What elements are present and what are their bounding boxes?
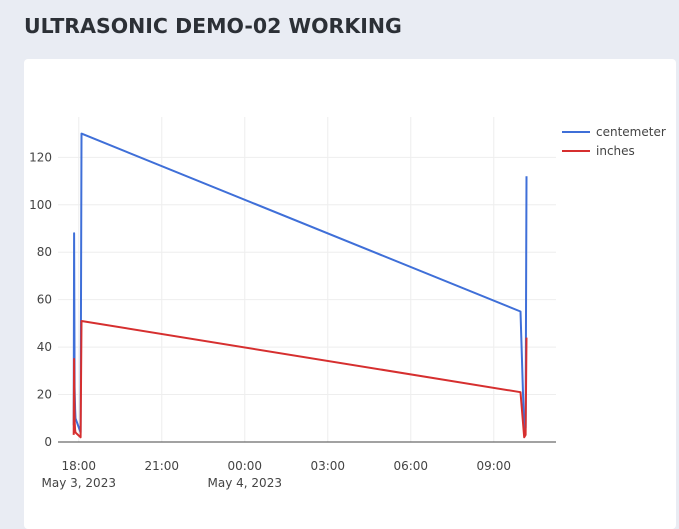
x-tick-label: 09:00 — [476, 459, 511, 473]
y-tick-label: 20 — [37, 388, 52, 402]
grid-lines — [58, 117, 556, 442]
y-tick-label: 40 — [37, 340, 52, 354]
x-tick-label: 06:00 — [393, 459, 428, 473]
x-tick-date-label: May 4, 2023 — [208, 476, 282, 490]
series-line-inches[interactable] — [72, 320, 528, 439]
y-tick-label: 0 — [44, 435, 52, 449]
legend[interactable]: centemeter inches — [562, 125, 666, 158]
legend-label: centemeter — [596, 125, 666, 139]
legend-item-inches[interactable]: inches — [562, 144, 635, 158]
y-axis-tick-labels: 0 20 40 60 80 100 120 — [29, 150, 52, 449]
y-tick-label: 100 — [29, 198, 52, 212]
y-tick-label: 120 — [29, 150, 52, 164]
line-chart[interactable]: 0 20 40 60 80 100 120 18:00 May 3, 2023 21:00 00:… — [24, 59, 676, 513]
x-tick-label: 18:00 — [61, 459, 96, 473]
chart-card: 0 20 40 60 80 100 120 18:00 May 3, 2023 21:00 00:… — [24, 59, 676, 529]
x-tick-label: 03:00 — [310, 459, 345, 473]
legend-label: inches — [596, 144, 635, 158]
series-line-centemeter[interactable] — [72, 132, 528, 434]
y-tick-label: 80 — [37, 245, 52, 259]
y-tick-label: 60 — [37, 293, 52, 307]
x-tick-label: 21:00 — [144, 459, 179, 473]
legend-item-centemeter[interactable]: centemeter — [562, 125, 666, 139]
series-lines[interactable] — [72, 132, 528, 439]
page-title: ULTRASONIC DEMO-02 WORKING — [24, 14, 402, 38]
x-tick-date-label: May 3, 2023 — [42, 476, 116, 490]
x-axis-tick-labels: 18:00 May 3, 2023 21:00 00:00 May 4, 2023 03:… — [42, 459, 512, 490]
x-tick-label: 00:00 — [227, 459, 262, 473]
